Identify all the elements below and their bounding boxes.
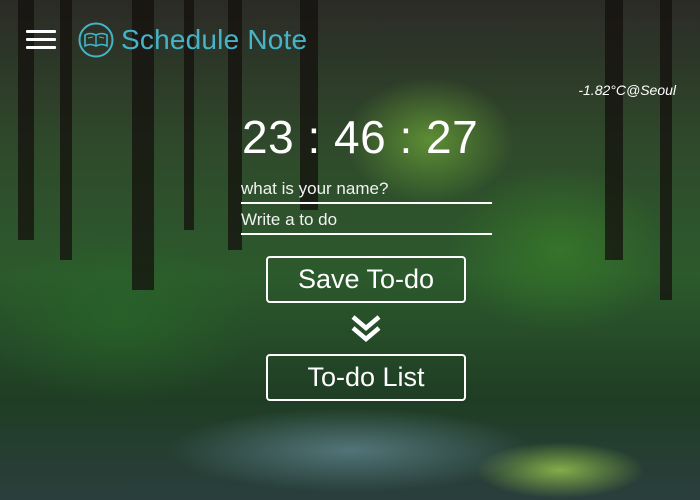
todo-list-button[interactable]: To-do List bbox=[266, 354, 466, 401]
name-input[interactable] bbox=[241, 176, 492, 204]
book-logo-icon bbox=[78, 22, 114, 58]
weather-readout: -1.82°C@Seoul bbox=[578, 82, 676, 98]
todo-input[interactable] bbox=[241, 207, 492, 235]
top-bar: Schedule Note bbox=[0, 0, 700, 80]
double-chevron-down-icon[interactable] bbox=[350, 314, 382, 344]
hamburger-menu-icon[interactable] bbox=[26, 30, 56, 50]
save-todo-button[interactable]: Save To-do bbox=[266, 256, 466, 303]
clock-display: 23 : 46 : 27 bbox=[242, 111, 479, 163]
app-title: Schedule Note bbox=[121, 24, 308, 55]
